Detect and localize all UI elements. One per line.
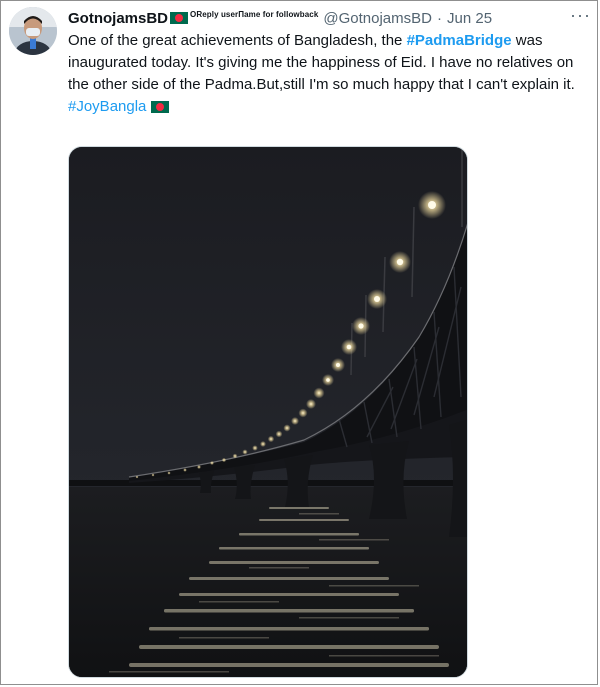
- tweet-photo[interactable]: [68, 146, 468, 678]
- bridge-night-photo: [69, 147, 467, 677]
- more-options-icon[interactable]: ···: [570, 5, 591, 26]
- display-name[interactable]: GotnojamsBD: [68, 10, 168, 27]
- hashtag-padmabridge[interactable]: #PadmaBridge: [407, 32, 512, 49]
- name-tagline: OReply userΠame for followback: [190, 9, 319, 19]
- avatar[interactable]: [9, 7, 57, 55]
- tweet-header: GotnojamsBD OReply userΠame for followba…: [68, 7, 587, 29]
- tweet-text: One of the great achievements of Banglad…: [68, 30, 590, 118]
- bangladesh-flag-icon: [170, 12, 189, 24]
- separator-dot: ·: [437, 9, 442, 27]
- user-handle[interactable]: @GotnojamsBD: [323, 10, 432, 27]
- tweet-card[interactable]: GotnojamsBD OReply userΠame for followba…: [0, 0, 598, 685]
- avatar-image: [9, 7, 57, 55]
- hashtag-joybangla[interactable]: #JoyBangla: [68, 96, 146, 118]
- tweet-date[interactable]: Jun 25: [447, 10, 492, 27]
- bangladesh-flag-icon: [151, 101, 170, 113]
- tweet-text-part1: One of the great achievements of Banglad…: [68, 32, 407, 49]
